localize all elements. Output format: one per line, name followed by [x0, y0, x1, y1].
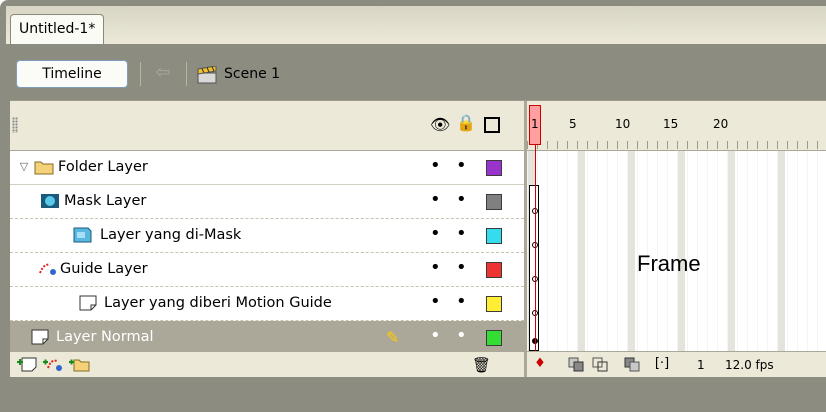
layer-label: Layer yang diberi Motion Guide: [104, 295, 332, 311]
timeline-panel: 👁 🔒 ▽ Folder Layer • • Mask Layer • • La…: [10, 100, 826, 377]
layer-label: Layer yang di-Mask: [100, 227, 242, 243]
masked-layer-icon: [73, 227, 92, 243]
layer-label: Guide Layer: [60, 261, 148, 277]
lock-dot[interactable]: •: [456, 225, 467, 243]
onion-skin-icon[interactable]: [567, 356, 585, 372]
clapperboard-icon[interactable]: [196, 66, 218, 84]
toolbar-separator: [186, 62, 187, 86]
lock-dot[interactable]: •: [456, 327, 467, 345]
layer-header: 👁 🔒: [10, 101, 524, 151]
mask-layer-icon: [41, 194, 59, 208]
scene-label[interactable]: Scene 1: [224, 66, 280, 82]
keyframe-column[interactable]: [529, 185, 539, 351]
trash-icon[interactable]: 🗑: [472, 356, 491, 374]
lock-dot[interactable]: •: [456, 191, 467, 209]
outline-color-swatch[interactable]: [486, 330, 502, 346]
modify-onion-markers-icon[interactable]: [·]: [653, 356, 671, 372]
toolbar-separator: [140, 62, 141, 86]
normal-layer-icon: [31, 329, 49, 345]
document-tab[interactable]: Untitled-1*: [10, 14, 105, 44]
lock-dot[interactable]: •: [456, 157, 467, 175]
guided-layer-icon: [79, 295, 97, 311]
outline-color-swatch[interactable]: [486, 160, 502, 176]
frames-footer: ♦ [·] 1 12.0 fps: [527, 351, 826, 377]
outline-color-swatch[interactable]: [486, 228, 502, 244]
frame-rate: 12.0 fps: [725, 358, 774, 372]
layer-label: Layer Normal: [56, 329, 154, 345]
layer-row-guide[interactable]: Guide Layer • •: [10, 253, 524, 287]
back-arrow-icon[interactable]: ⇦: [152, 64, 174, 84]
frame-ruler[interactable]: 1 5 10 15 20: [527, 101, 826, 151]
center-frame-icon[interactable]: ♦: [531, 356, 549, 372]
visibility-dot[interactable]: •: [430, 191, 441, 209]
layer-row-masked[interactable]: Layer yang di-Mask • •: [10, 219, 524, 253]
pencil-icon: ✎: [386, 328, 400, 347]
layer-list: ▽ Folder Layer • • Mask Layer • • Layer …: [10, 151, 524, 355]
layer-label: Mask Layer: [64, 193, 147, 209]
onion-skin-outlines-icon[interactable]: [591, 356, 609, 372]
visibility-dot[interactable]: •: [430, 259, 441, 277]
timeline-button[interactable]: Timeline: [16, 60, 128, 88]
lock-icon[interactable]: 🔒: [456, 113, 476, 132]
layer-row-folder[interactable]: ▽ Folder Layer • •: [10, 151, 524, 185]
playhead-line: [535, 145, 536, 377]
frame-annotation: Frame: [637, 251, 701, 276]
layer-footer: 🗑: [10, 351, 524, 377]
add-motion-guide-icon[interactable]: [42, 356, 64, 372]
layer-row-mask[interactable]: Mask Layer • •: [10, 185, 524, 219]
frames-area: 1 5 10 15 20 Frame ♦ [·] 1 12.0 fps: [527, 101, 826, 377]
current-frame: 1: [697, 358, 705, 372]
visibility-dot[interactable]: •: [430, 327, 441, 345]
layer-row-guided[interactable]: Layer yang diberi Motion Guide • •: [10, 287, 524, 321]
collapse-triangle-icon[interactable]: ▽: [14, 159, 34, 175]
guide-layer-icon: [39, 263, 56, 275]
ruler-number: 10: [615, 117, 631, 131]
grip-handle[interactable]: [12, 117, 18, 133]
edit-multiple-frames-icon[interactable]: [623, 356, 641, 372]
timeline-window: Untitled-1* Timeline ⇦ Scene 1 👁 🔒 ▽ Fol…: [0, 0, 826, 412]
tab-strip: [6, 6, 826, 44]
lock-dot[interactable]: •: [456, 259, 467, 277]
ruler-number: 20: [713, 117, 729, 131]
insert-layer-icon[interactable]: [16, 356, 38, 372]
lock-dot[interactable]: •: [456, 293, 467, 311]
folder-icon: [34, 161, 54, 175]
visibility-dot[interactable]: •: [430, 157, 441, 175]
visibility-dot[interactable]: •: [430, 225, 441, 243]
ruler-number: 15: [663, 117, 679, 131]
timeline-toolbar: Timeline ⇦ Scene 1: [10, 50, 826, 90]
ruler-number: 1: [531, 117, 539, 131]
outline-color-swatch[interactable]: [486, 262, 502, 278]
ruler-number: 5: [569, 117, 577, 131]
layer-label: Folder Layer: [58, 159, 148, 175]
eye-icon[interactable]: 👁: [430, 115, 450, 134]
visibility-dot[interactable]: •: [430, 293, 441, 311]
outline-color-swatch[interactable]: [486, 296, 502, 312]
outline-color-swatch[interactable]: [486, 194, 502, 210]
outline-icon[interactable]: [484, 117, 500, 133]
insert-folder-icon[interactable]: [68, 356, 90, 372]
layer-row-normal[interactable]: Layer Normal ✎ • •: [10, 321, 524, 355]
